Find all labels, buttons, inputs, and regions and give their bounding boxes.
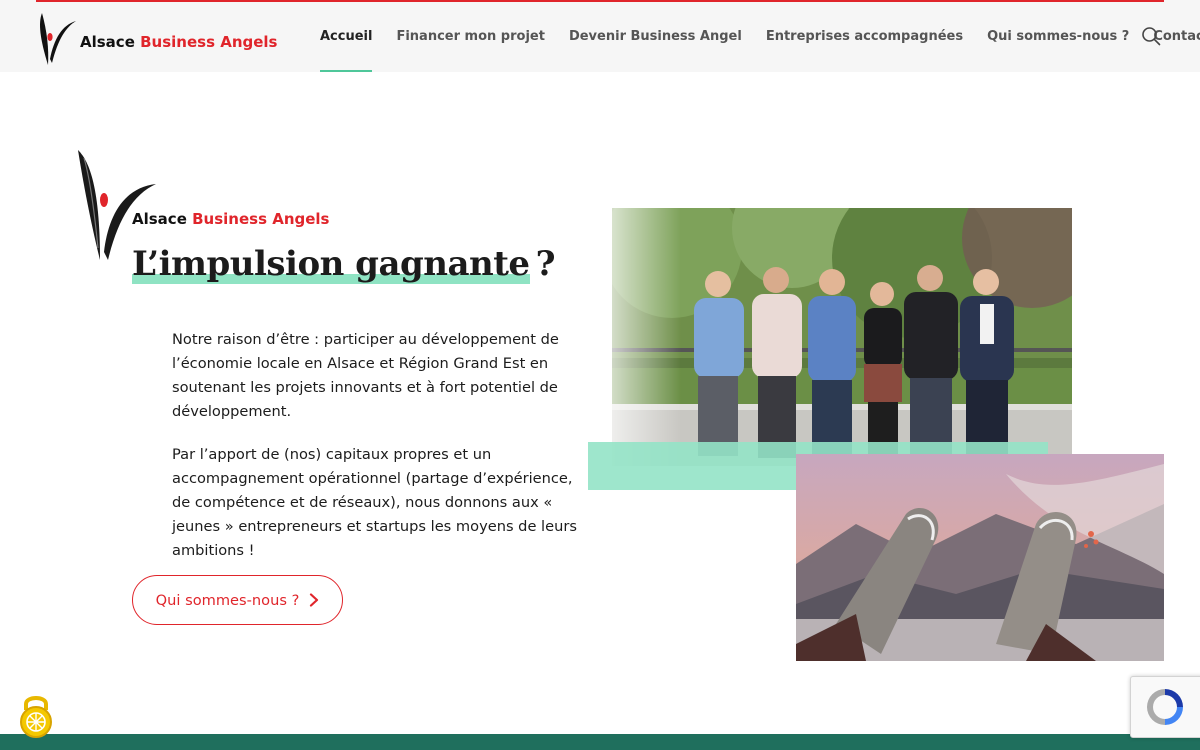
nav-item-devenir[interactable]: Devenir Business Angel: [557, 0, 754, 72]
site-header: Alsace Business Angels Accueil Financer …: [0, 0, 1200, 72]
header-accent-line: [36, 0, 1164, 2]
qui-sommes-nous-button[interactable]: Qui sommes-nous ?: [132, 575, 343, 625]
search-icon[interactable]: [1141, 26, 1161, 46]
nav-item-entreprises[interactable]: Entreprises accompagnées: [754, 0, 975, 72]
cookie-lock-icon[interactable]: [16, 692, 56, 740]
hero-title-suffix: ?: [535, 244, 556, 284]
hero-paragraph-support: Par l’apport de (nos) capitaux propres e…: [172, 446, 577, 559]
recaptcha-badge[interactable]: [1130, 676, 1200, 738]
site-logo[interactable]: Alsace Business Angels: [36, 8, 278, 68]
mountain-photo: [796, 454, 1164, 661]
nav-item-accueil[interactable]: Accueil: [308, 0, 384, 72]
main-nav: Accueil Financer mon projet Devenir Busi…: [308, 0, 1200, 72]
cta-label: Qui sommes-nous ?: [155, 591, 300, 609]
hero-title: L’impulsion gagnante?: [132, 244, 556, 284]
hero-paragraph-mission: Notre raison d’être : participer au déve…: [172, 331, 559, 420]
nav-item-financer[interactable]: Financer mon projet: [384, 0, 556, 72]
hero-title-highlight: L’impulsion gagnante: [132, 244, 530, 284]
logo-text: Alsace Business Angels: [80, 33, 278, 51]
nav-item-qui-sommes-nous[interactable]: Qui sommes-nous ?: [975, 0, 1141, 72]
hero-brand-name: Alsace Business Angels: [132, 210, 330, 228]
brand-logo-icon: [40, 13, 76, 65]
footer-band: [0, 734, 1200, 750]
recaptcha-icon: [1147, 689, 1183, 725]
chevron-right-icon: [310, 593, 319, 607]
team-photo: [612, 208, 1072, 466]
